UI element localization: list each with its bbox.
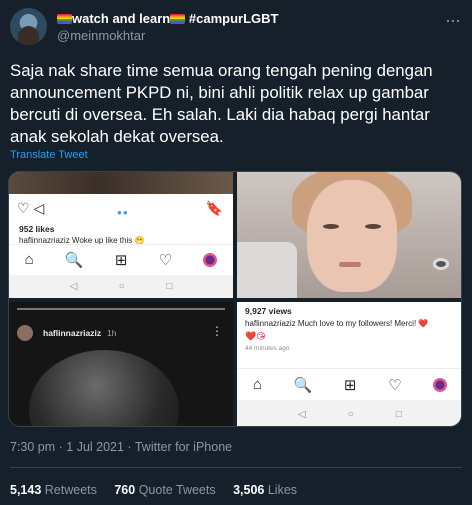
add-icon: ⊞: [114, 251, 128, 269]
back-icon: ◁: [69, 281, 78, 292]
profile-icon: [433, 377, 448, 392]
window-knob-shape: [433, 258, 449, 270]
seat-shape: [237, 242, 297, 298]
recents-icon: □: [166, 281, 173, 292]
carousel-dots: ●●: [117, 208, 129, 217]
views-count: 9,927 views: [245, 306, 292, 316]
heart-emoji-icon: ❤️😘: [245, 331, 266, 341]
bookmark-icon: 🔖: [205, 200, 223, 216]
right-eye-shape: [365, 224, 381, 229]
display-name[interactable]: watch and learn #campurLGBT: [57, 11, 278, 26]
tweet-text: Saja nak share time semua orang tengah p…: [10, 61, 433, 146]
divider: [10, 467, 462, 468]
left-eye-shape: [323, 224, 339, 229]
heart-icon: ♡: [388, 376, 402, 394]
post-caption: haflinnazriaziz Much love to my follower…: [245, 319, 429, 328]
media-image-4[interactable]: 9,927 views haflinnazriaziz Much love to…: [237, 302, 461, 426]
comment-share-icons: ♡ ◁: [17, 200, 45, 216]
hashtag[interactable]: #campurLGBT: [189, 11, 279, 26]
likes-count: 952 likes: [19, 224, 55, 234]
recents-icon: □: [395, 408, 402, 420]
app-nav-bar: ⌂ 🔍 ⊞ ♡: [237, 368, 461, 400]
tweet-header: watch and learn #campurLGBT @meinmokhtar…: [10, 8, 462, 48]
heart-icon: ♡: [158, 251, 173, 269]
back-icon: ◁: [298, 408, 306, 420]
face-shape: [307, 180, 397, 292]
home-circle-icon: ○: [118, 281, 125, 292]
profile-icon: [203, 252, 218, 267]
media-image-3[interactable]: haflinnazriaziz 1h ⋮: [9, 302, 233, 426]
retweets-stat[interactable]: 5,143 Retweets: [10, 483, 97, 497]
app-nav-bar: ⌂ 🔍 ⊞ ♡: [9, 244, 233, 274]
translate-tweet-link[interactable]: Translate Tweet: [10, 149, 88, 161]
story-progress-bar: [17, 308, 225, 310]
tweet-stats: 5,143 Retweets 760 Quote Tweets 3,506 Li…: [10, 483, 311, 497]
likes-stat[interactable]: 3,506 Likes: [233, 483, 297, 497]
add-icon: ⊞: [343, 376, 357, 394]
rainbow-flag-icon: [57, 14, 72, 24]
story-username: haflinnazriaziz: [43, 328, 102, 338]
media-image-2[interactable]: [237, 172, 461, 298]
more-options-icon[interactable]: ···: [445, 10, 461, 31]
search-icon: 🔍: [64, 251, 84, 269]
home-icon: ⌂: [252, 376, 262, 393]
home-icon: ⌂: [24, 251, 34, 268]
rainbow-flag-icon: [170, 14, 186, 24]
media-image-1[interactable]: ♡ ◁ ●● 🔖 952 likes haflinnazriaziz Woke …: [9, 172, 233, 298]
user-handle[interactable]: @meinmokhtar: [57, 28, 145, 43]
media-grid: ♡ ◁ ●● 🔖 952 likes haflinnazriaziz Woke …: [8, 171, 462, 427]
tweet-timestamp[interactable]: 7:30 pm · 1 Jul 2021 · Twitter for iPhon…: [10, 440, 232, 454]
quote-tweets-stat[interactable]: 760 Quote Tweets: [114, 483, 215, 497]
post-time-ago: 44 minutes ago: [245, 345, 290, 352]
system-nav-bar: ◁ ○ □: [237, 400, 461, 426]
story-more-icon: ⋮: [211, 324, 223, 338]
home-circle-icon: ○: [347, 408, 354, 420]
mouth-shape: [339, 262, 361, 267]
story-time: 1h: [107, 328, 117, 338]
dome-shape: [29, 350, 179, 426]
system-nav-bar: ◁ ○ □: [9, 275, 233, 298]
story-avatar: [17, 325, 33, 341]
photo-strip: [9, 172, 233, 194]
search-icon: 🔍: [293, 376, 313, 394]
avatar[interactable]: [10, 8, 47, 45]
